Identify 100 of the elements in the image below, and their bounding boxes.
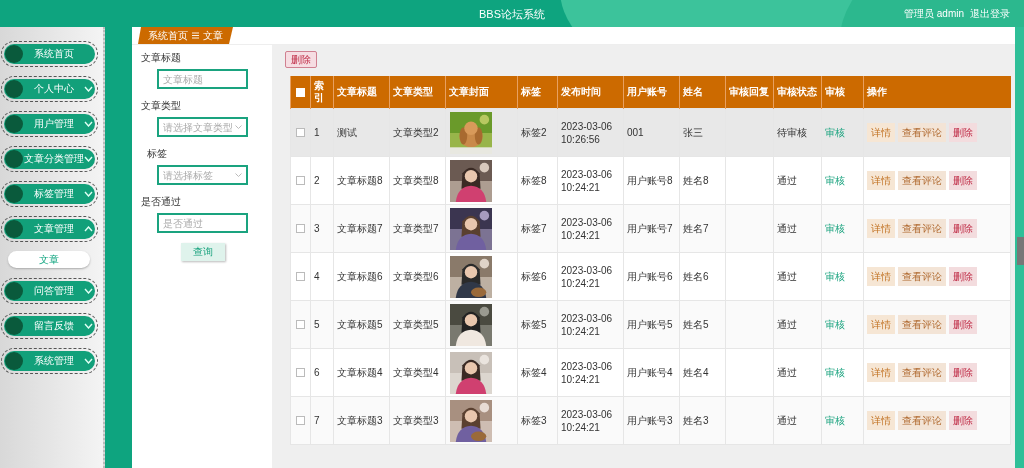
logout-link[interactable]: 退出登录 [970, 6, 1010, 21]
table-cell: 文章标题3 [337, 415, 383, 426]
comments-button[interactable]: 查看评论 [898, 363, 946, 382]
field-label: 文章标题 [141, 51, 182, 65]
details-button[interactable]: 详情 [867, 315, 895, 334]
table-cell: 2023-03-06 10:24:21 [561, 312, 613, 337]
table-cell: 3 [314, 223, 320, 234]
audit-link[interactable]: 审核 [825, 271, 845, 282]
table-cell: 文章标题5 [337, 319, 383, 330]
details-button[interactable]: 详情 [867, 171, 895, 190]
input-field[interactable]: 是否通过 [157, 213, 248, 233]
column-header: 文章标题 [337, 86, 377, 97]
comments-button[interactable]: 查看评论 [898, 411, 946, 430]
table-cell: 标签3 [521, 415, 547, 426]
details-button[interactable]: 详情 [867, 267, 895, 286]
column-header: 审核回复 [729, 86, 769, 97]
table-cell: 标签4 [521, 367, 547, 378]
table-cell: 姓名6 [683, 271, 709, 282]
audit-link[interactable]: 审核 [825, 319, 845, 330]
table-cell: 文章标题8 [337, 175, 383, 186]
table-cell: 文章类型3 [393, 415, 439, 426]
table-cell: 7 [314, 415, 320, 426]
table-cell: 标签2 [521, 127, 547, 138]
table-cell: 用户账号6 [627, 271, 673, 282]
comments-button[interactable]: 查看评论 [898, 219, 946, 238]
delete-button[interactable]: 删除 [949, 411, 977, 430]
table-cell: 2023-03-06 10:24:21 [561, 216, 613, 241]
comments-button[interactable]: 查看评论 [898, 315, 946, 334]
audit-link[interactable]: 审核 [825, 415, 845, 426]
table-cell: 文章类型4 [393, 367, 439, 378]
table-cell: 用户账号3 [627, 415, 673, 426]
breadcrumb-item: 文章 [203, 28, 223, 43]
field-label: 是否通过 [141, 195, 182, 209]
delete-button[interactable]: 删除 [949, 363, 977, 382]
column-header: 文章类型 [393, 86, 433, 97]
audit-link[interactable]: 审核 [825, 127, 845, 138]
table-cell: 通过 [777, 223, 797, 234]
details-button[interactable]: 详情 [867, 123, 895, 142]
select-field[interactable]: 请选择文章类型 [157, 117, 248, 137]
checkbox[interactable] [296, 176, 305, 185]
table-cell: 姓名5 [683, 319, 709, 330]
table-cell: 通过 [777, 271, 797, 282]
app-title: BBS论坛系统 [479, 7, 545, 22]
checkbox[interactable] [296, 416, 305, 425]
select-field[interactable]: 请选择标签 [157, 165, 248, 185]
audit-link[interactable]: 审核 [825, 175, 845, 186]
audit-link[interactable]: 审核 [825, 223, 845, 234]
input-field[interactable]: 文章标题 [157, 69, 248, 89]
table-cell: 文章类型8 [393, 175, 439, 186]
checkbox[interactable] [296, 128, 305, 137]
audit-link[interactable]: 审核 [825, 367, 845, 378]
details-button[interactable]: 详情 [867, 363, 895, 382]
column-header: 标签 [521, 86, 541, 97]
table-cell: 姓名4 [683, 367, 709, 378]
table-cell: 1 [314, 127, 320, 138]
table-cell: 6 [314, 367, 320, 378]
table-cell: 姓名8 [683, 175, 709, 186]
table-cell: 测试 [337, 127, 357, 138]
table-cell: 4 [314, 271, 320, 282]
comments-button[interactable]: 查看评论 [898, 267, 946, 286]
column-header: 审核状态 [777, 86, 817, 97]
table-cell: 标签7 [521, 223, 547, 234]
column-header: 用户账号 [627, 86, 667, 97]
table-cell: 2 [314, 175, 320, 186]
field-label: 文章类型 [141, 99, 182, 113]
checkbox[interactable] [296, 320, 305, 329]
details-button[interactable]: 详情 [867, 411, 895, 430]
table-cell: 2023-03-06 10:24:21 [561, 408, 613, 433]
delete-button[interactable]: 删除 [949, 123, 977, 142]
details-button[interactable]: 详情 [867, 219, 895, 238]
table-cell: 001 [627, 127, 644, 138]
delete-button[interactable]: 删除 [949, 171, 977, 190]
table-cell: 文章类型2 [393, 127, 439, 138]
table-cell: 通过 [777, 319, 797, 330]
delete-button[interactable]: 删除 [949, 219, 977, 238]
search-button[interactable]: 查询 [181, 243, 225, 261]
table-cell: 用户账号5 [627, 319, 673, 330]
checkbox[interactable] [296, 224, 305, 233]
delete-button[interactable]: 删除 [949, 267, 977, 286]
table-cell: 标签8 [521, 175, 547, 186]
submenu-item[interactable]: 文章 [8, 251, 90, 268]
table-cell: 标签5 [521, 319, 547, 330]
field-label: 标签 [147, 147, 168, 161]
delete-button[interactable]: 删除 [949, 315, 977, 334]
table-cell: 用户账号8 [627, 175, 673, 186]
table-cell: 2023-03-06 10:24:21 [561, 264, 613, 289]
column-header: 文章封面 [449, 86, 489, 97]
table-cell: 文章标题7 [337, 223, 383, 234]
comments-button[interactable]: 查看评论 [898, 171, 946, 190]
table-cell: 标签6 [521, 271, 547, 282]
scrollbar-thumb[interactable] [1017, 237, 1024, 265]
breadcrumb-item[interactable]: 系统首页 [148, 28, 188, 43]
table-cell: 用户账号7 [627, 223, 673, 234]
column-header: 发布时间 [561, 86, 601, 97]
delete-button[interactable]: 删除 [285, 51, 317, 68]
comments-button[interactable]: 查看评论 [898, 123, 946, 142]
column-header: 操作 [867, 86, 887, 97]
user-label: 管理员 admin [904, 6, 964, 21]
checkbox[interactable] [296, 272, 305, 281]
checkbox[interactable] [296, 368, 305, 377]
